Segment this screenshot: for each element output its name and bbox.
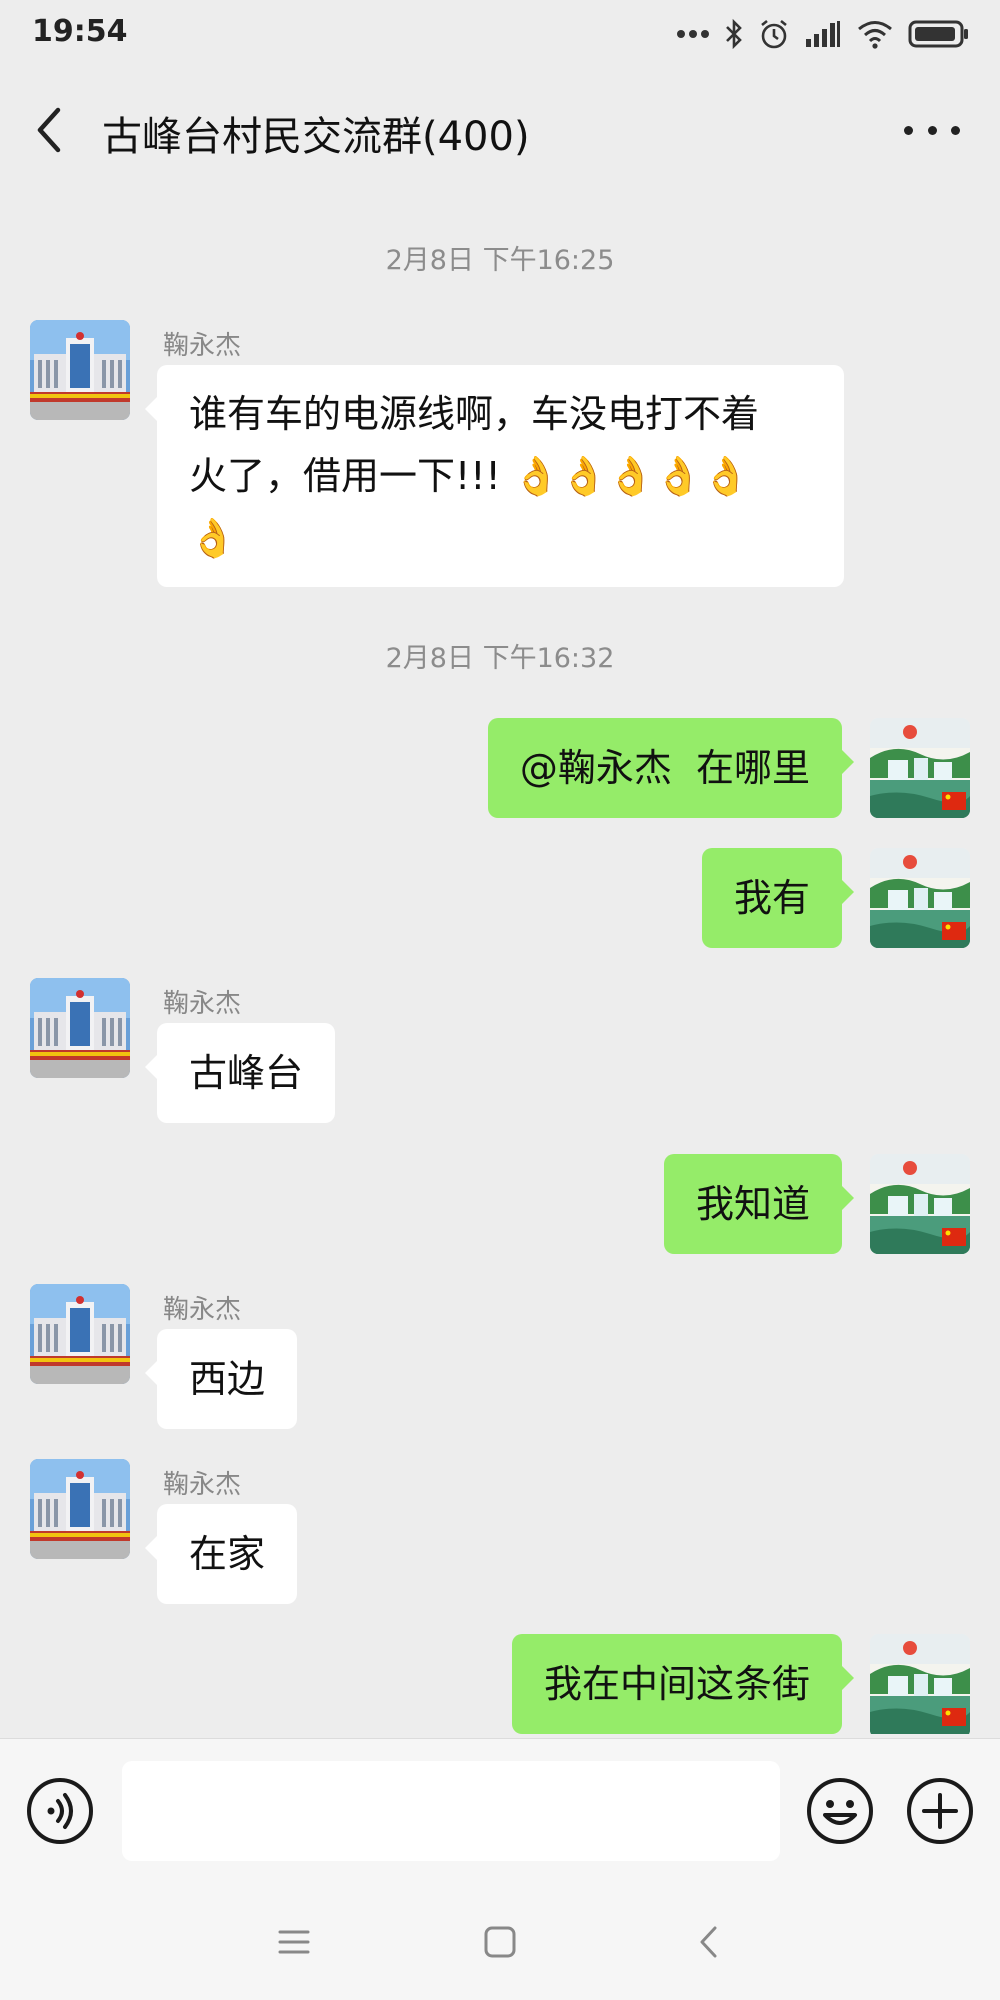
my-avatar[interactable] xyxy=(870,718,970,818)
plus-icon xyxy=(907,1778,973,1844)
bluetooth-icon xyxy=(726,18,742,50)
my-avatar[interactable] xyxy=(870,1634,970,1738)
back-button[interactable] xyxy=(28,104,76,156)
more-dot xyxy=(951,125,960,135)
more-options-button[interactable] xyxy=(904,112,960,148)
sender-name: 鞠永杰 xyxy=(163,1295,242,1325)
home-icon xyxy=(484,1926,516,1958)
sender-avatar[interactable] xyxy=(30,320,130,420)
message-text: 我知道 xyxy=(695,1182,810,1226)
sender-name: 鞠永杰 xyxy=(163,1470,242,1500)
message-bubble[interactable]: 我知道 xyxy=(663,1154,855,1254)
sender-avatar[interactable] xyxy=(30,978,130,1078)
chat-title: 古峰台村民交流群(400) xyxy=(102,114,530,160)
message-timestamp: 2月8日 下午16:32 xyxy=(385,643,615,674)
more-dot xyxy=(927,125,937,135)
nav-back-button[interactable] xyxy=(686,1918,734,1966)
message-text: 我有 xyxy=(733,876,810,920)
ok-hand-emoji: 👌👌👌👌👌 xyxy=(512,454,750,498)
message-text-line: 火了，借用一下!!! 👌👌👌👌👌 xyxy=(189,445,812,507)
message-bubble[interactable]: @鞠永杰 在哪里 xyxy=(487,718,855,818)
wifi-icon xyxy=(858,21,892,49)
emoji-icon xyxy=(807,1778,873,1844)
alarm-icon xyxy=(761,19,787,49)
status-time: 19:54 xyxy=(32,14,128,49)
ok-hand-emoji: 👌 xyxy=(189,516,237,560)
status-icons xyxy=(676,14,970,54)
message-bubble[interactable]: 在家 xyxy=(144,1504,298,1604)
voice-icon xyxy=(27,1778,93,1844)
message-bubble[interactable]: 西边 xyxy=(144,1329,298,1429)
sender-avatar[interactable] xyxy=(30,1459,130,1559)
message-timestamp: 2月8日 下午16:25 xyxy=(385,245,615,276)
message-text: @鞠永杰 在哪里 xyxy=(519,746,810,790)
more-dots-icon xyxy=(904,125,913,135)
input-bar xyxy=(0,1738,1000,1882)
sender-name: 鞠永杰 xyxy=(163,331,242,361)
message-text-line: 谁有车的电源线啊，车没电打不着 xyxy=(189,392,760,436)
system-nav-bar xyxy=(0,1882,1000,2000)
message-text: 古峰台 xyxy=(189,1051,304,1095)
my-avatar[interactable] xyxy=(870,1154,970,1254)
menu-button[interactable] xyxy=(270,1918,318,1966)
status-bar: 19:54 xyxy=(0,0,1000,66)
battery-icon xyxy=(908,20,968,48)
signal-icon xyxy=(806,21,840,47)
nav-back-icon xyxy=(700,1926,717,1958)
message-text: 西边 xyxy=(189,1357,266,1401)
more-functions-button[interactable] xyxy=(906,1777,974,1845)
message-input[interactable] xyxy=(122,1761,780,1861)
home-button[interactable] xyxy=(476,1918,524,1966)
message-text: 火了，借用一下!!! xyxy=(189,454,513,498)
emoji-button[interactable] xyxy=(806,1777,874,1845)
more-notifications-icon xyxy=(677,30,709,38)
message-bubble[interactable]: 我有 xyxy=(701,848,855,948)
back-arrow-icon xyxy=(37,107,61,153)
menu-icon xyxy=(278,1930,310,1954)
message-bubble[interactable]: 谁有车的电源线啊，车没电打不着 火了，借用一下!!! 👌👌👌👌👌 👌 xyxy=(145,365,844,587)
my-avatar[interactable] xyxy=(870,848,970,948)
message-bubble[interactable]: 我在中间这条街 xyxy=(511,1634,855,1734)
message-text: 我在中间这条街 xyxy=(543,1662,810,1706)
sender-avatar[interactable] xyxy=(30,1284,130,1384)
message-bubble[interactable]: 古峰台 xyxy=(144,1023,336,1123)
voice-button[interactable] xyxy=(26,1777,94,1845)
message-text: 在家 xyxy=(189,1532,266,1576)
sender-name: 鞠永杰 xyxy=(163,989,242,1019)
title-bar: 古峰台村民交流群(400) xyxy=(0,66,1000,192)
